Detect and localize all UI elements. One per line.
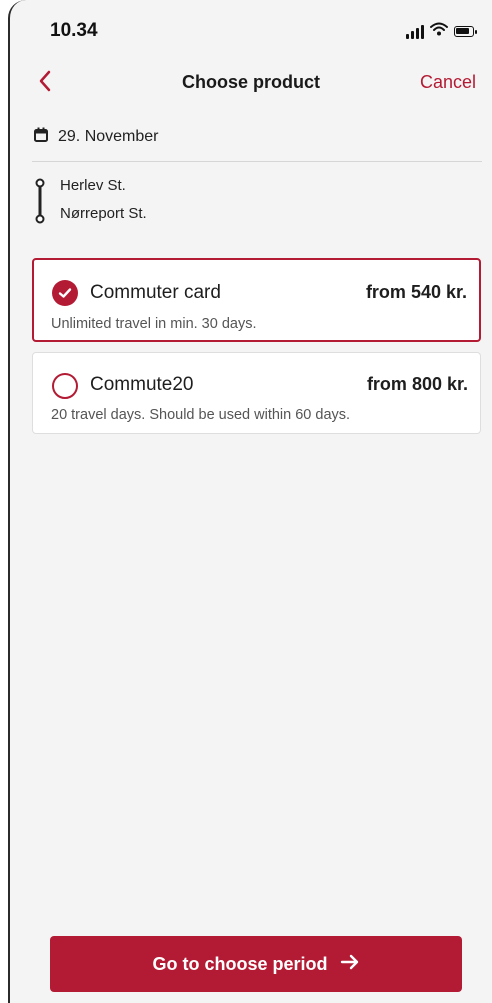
product-description: 20 travel days. Should be used within 60… — [51, 407, 351, 423]
product-price: from 540 kr. — [365, 282, 467, 302]
product-price: from 800 kr. — [366, 374, 468, 394]
status-bar: 10.34 — [10, 0, 492, 60]
product-name: Commute20 — [90, 374, 194, 395]
divider — [32, 161, 482, 162]
radio-checked-icon[interactable] — [52, 280, 78, 306]
status-icons — [406, 22, 477, 41]
arrow-right-icon — [340, 954, 360, 975]
wifi-icon — [430, 22, 448, 41]
radio-unchecked-icon[interactable] — [52, 373, 78, 399]
date-label: 29. November — [58, 128, 159, 145]
trip-date: 29. November — [34, 125, 159, 149]
product-card-commuter-card[interactable]: Commuter card from 540 kr. Unlimited tra… — [32, 258, 481, 342]
status-time: 10.34 — [50, 20, 98, 41]
phone-screen: 10.34 Choose product Cancel 29. November… — [8, 0, 492, 1003]
route-icon — [34, 178, 46, 229]
go-to-choose-period-button[interactable]: Go to choose period — [50, 936, 462, 992]
cta-label: Go to choose period — [152, 953, 328, 974]
product-name: Commuter card — [90, 282, 221, 303]
battery-icon — [454, 26, 477, 37]
signal-icon — [406, 24, 424, 39]
product-description: Unlimited travel in min. 30 days. — [51, 316, 257, 332]
route-from: Herlev St. — [60, 177, 126, 194]
calendar-icon — [34, 127, 48, 147]
cancel-button[interactable]: Cancel — [420, 72, 476, 93]
product-card-commute20[interactable]: Commute20 from 800 kr. 20 travel days. S… — [32, 352, 481, 434]
route-to: Nørreport St. — [60, 205, 147, 222]
nav-bar: Choose product Cancel — [10, 60, 492, 108]
